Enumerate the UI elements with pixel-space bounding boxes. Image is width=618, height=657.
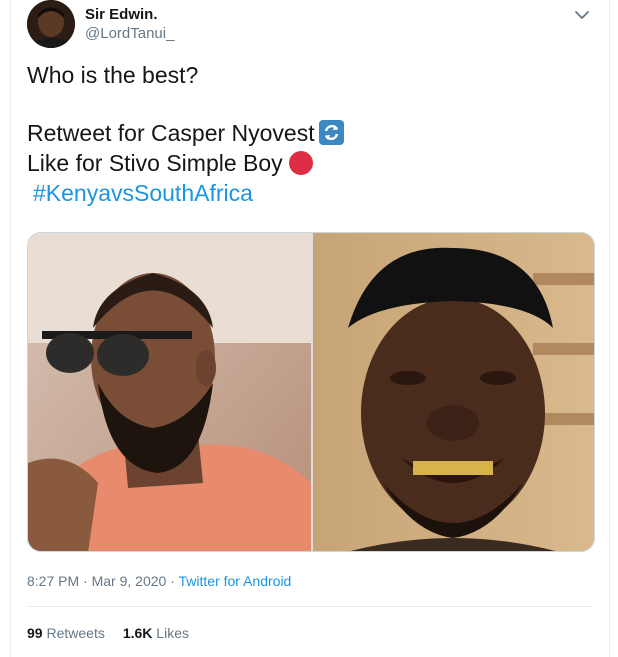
likes-stat[interactable]: 1.6K Likes — [123, 625, 189, 641]
tweet-line-like-text: Like for Stivo Simple Boy — [27, 150, 283, 176]
media-grid[interactable] — [27, 232, 595, 552]
retweets-count: 99 — [27, 625, 43, 641]
tweet-meta: 8:27 PM · Mar 9, 2020 · Twitter for Andr… — [27, 573, 291, 589]
avatar[interactable] — [27, 0, 75, 48]
retweets-label: Retweets — [46, 625, 105, 641]
red-circle-emoji-icon — [288, 151, 313, 175]
retweet-emoji-icon — [318, 120, 344, 145]
avatar-image — [27, 0, 75, 48]
meta-separator: · — [83, 573, 88, 589]
retweets-stat[interactable]: 99 Retweets — [27, 625, 105, 641]
display-name[interactable]: Sir Edwin. — [85, 6, 158, 23]
tweet-line-retweet: Retweet for Casper Nyovest — [27, 118, 344, 148]
likes-label: Likes — [156, 625, 189, 641]
chevron-down-icon[interactable] — [573, 8, 591, 22]
tweet-line-retweet-text: Retweet for Casper Nyovest — [27, 120, 315, 146]
photo-stivo-simple-boy[interactable] — [313, 233, 594, 551]
tweet-date[interactable]: Mar 9, 2020 — [92, 573, 167, 589]
user-handle[interactable]: @LordTanui_ — [85, 25, 174, 42]
tweet-time[interactable]: 8:27 PM — [27, 573, 79, 589]
tweet-line-question: Who is the best? — [27, 62, 199, 88]
likes-count: 1.6K — [122, 625, 153, 641]
tweet-source-link[interactable]: Twitter for Android — [179, 573, 292, 589]
tweet-card: Sir Edwin. @LordTanui_ Who is the best? … — [10, 0, 610, 657]
tweet-line-like: Like for Stivo Simple Boy — [27, 148, 313, 178]
tweet-stats: 99 Retweets 1.6K Likes — [27, 625, 189, 641]
divider — [27, 606, 593, 607]
photo-casper-nyovest[interactable] — [28, 233, 311, 551]
meta-separator: · — [170, 573, 175, 589]
hashtag-link[interactable]: #KenyavsSouthAfrica — [33, 178, 253, 208]
